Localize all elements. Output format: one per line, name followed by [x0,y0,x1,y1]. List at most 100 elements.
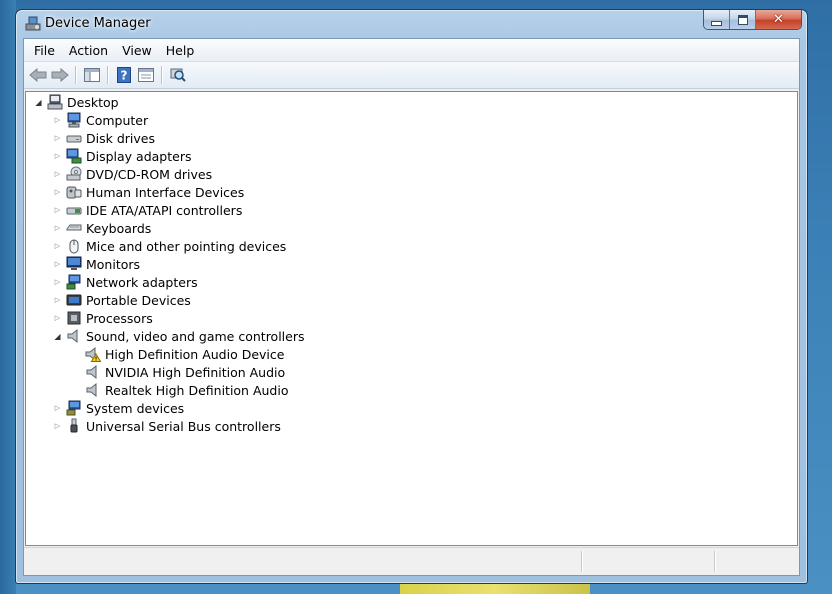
properties-button[interactable] [135,64,157,86]
tree-item-label: Processors [86,310,153,326]
tree-item-system-devices[interactable]: ▷ System devices [53,399,184,417]
expand-arrow-icon[interactable]: ▷ [53,278,62,287]
speaker-icon [85,364,101,380]
tree-item-label: Human Interface Devices [86,184,245,200]
minimize-button[interactable] [704,10,730,29]
tree-item-network-adapters[interactable]: ▷ Network adapters [53,273,198,291]
properties-icon [138,68,154,82]
expand-arrow-icon[interactable]: ▷ [53,188,62,197]
tree-item-keyboards[interactable]: ▷ Keyboards [53,219,151,237]
forward-button[interactable] [49,64,71,86]
window-title: Device Manager [45,16,151,31]
tree-item-monitors[interactable]: ▷ Monitors [53,255,140,273]
tree-item-computer[interactable]: ▷ Computer [53,111,148,129]
status-separator [714,551,716,572]
expand-arrow-icon[interactable]: ▷ [53,422,62,431]
window-client-area: File Action View Help ? ◢ Desktop ▷ Comp… [23,38,800,576]
expand-arrow-icon[interactable]: ▷ [53,224,62,233]
dvd-drive-icon [66,166,82,182]
expand-arrow-icon[interactable]: ▷ [53,116,62,125]
menu-action[interactable]: Action [62,41,115,60]
help-icon: ? [117,67,131,83]
display-adapter-icon [66,148,82,164]
system-devices-icon [66,400,82,416]
status-bar [24,547,799,575]
expand-arrow-icon[interactable]: ▷ [53,152,62,161]
collapse-arrow-icon[interactable]: ◢ [34,98,43,107]
tree-item-usb-controllers[interactable]: ▷ Universal Serial Bus controllers [53,417,281,435]
menu-view[interactable]: View [115,41,159,60]
monitor-icon [66,256,82,272]
maximize-button[interactable] [730,10,756,29]
help-button[interactable]: ? [113,64,135,86]
tree-item-sound-video-game-controllers[interactable]: ◢ Sound, video and game controllers [53,327,304,345]
tree-item-nvidia-hd-audio[interactable]: NVIDIA High Definition Audio [85,363,285,381]
minimize-icon [711,20,722,26]
tree-item-display-adapters[interactable]: ▷ Display adapters [53,147,191,165]
processor-icon [66,310,82,326]
disk-drive-icon [66,130,82,146]
expand-arrow-icon[interactable]: ▷ [53,260,62,269]
keyboard-icon [66,220,82,236]
tree-item-label: Mice and other pointing devices [86,238,287,254]
expand-arrow-icon[interactable]: ▷ [53,170,62,179]
tree-item-hd-audio-device[interactable]: High Definition Audio Device [85,345,284,363]
toolbar-separator [107,66,109,84]
desktop-computer-icon [47,94,63,110]
tree-item-disk-drives[interactable]: ▷ Disk drives [53,129,155,147]
tree-item-label: NVIDIA High Definition Audio [105,364,286,380]
tree-item-label: High Definition Audio Device [105,346,285,362]
menu-file[interactable]: File [27,41,62,60]
forward-arrow-icon [51,68,69,82]
menu-bar: File Action View Help [24,39,799,62]
tree-item-label: Network adapters [86,274,198,290]
show-hide-console-tree-icon [84,68,100,82]
expand-arrow-icon[interactable]: ▷ [53,242,62,251]
tree-item-portable-devices[interactable]: ▷ Portable Devices [53,291,191,309]
hid-icon [66,184,82,200]
tree-item-processors[interactable]: ▷ Processors [53,309,153,327]
tree-item-label: Desktop [67,94,119,110]
maximize-icon [737,14,748,25]
toolbar-separator [75,66,77,84]
ide-controller-icon [66,202,82,218]
usb-icon [66,418,82,434]
scan-hardware-icon [170,68,186,82]
tree-item-mice[interactable]: ▷ Mice and other pointing devices [53,237,286,255]
speaker-warning-icon [85,346,101,362]
computer-icon [66,112,82,128]
tree-item-label: System devices [86,400,185,416]
toolbar: ? [24,62,799,89]
tree-item-label: Portable Devices [86,292,191,308]
tree-root-desktop[interactable]: ◢ Desktop [34,93,119,111]
expand-arrow-icon[interactable]: ▷ [53,206,62,215]
tree-item-label: Disk drives [86,130,155,146]
title-bar[interactable]: Device Manager ✕ [16,10,807,38]
menu-help[interactable]: Help [159,41,202,60]
tree-item-label: Keyboards [86,220,152,236]
close-button[interactable]: ✕ [756,10,801,29]
back-arrow-icon [29,68,47,82]
device-tree[interactable]: ◢ Desktop ▷ Computer ▷ Disk drives ▷ Dis… [25,91,798,546]
status-separator [581,551,583,572]
collapse-arrow-icon[interactable]: ◢ [53,332,62,341]
tree-item-label: Display adapters [86,148,192,164]
tree-item-dvd-drives[interactable]: ▷ DVD/CD-ROM drives [53,165,212,183]
expand-arrow-icon[interactable]: ▷ [53,296,62,305]
toolbar-separator [161,66,163,84]
tree-item-label: Monitors [86,256,141,272]
expand-arrow-icon[interactable]: ▷ [53,134,62,143]
device-manager-app-icon [25,15,42,32]
network-adapter-icon [66,274,82,290]
caption-buttons: ✕ [703,10,802,30]
scan-hardware-button[interactable] [167,64,189,86]
tree-item-realtek-hd-audio[interactable]: Realtek High Definition Audio [85,381,288,399]
back-button[interactable] [27,64,49,86]
tree-item-human-interface-devices[interactable]: ▷ Human Interface Devices [53,183,244,201]
svg-text:?: ? [121,69,128,83]
tree-item-ide-controllers[interactable]: ▷ IDE ATA/ATAPI controllers [53,201,243,219]
show-hide-console-tree-button[interactable] [81,64,103,86]
expand-arrow-icon[interactable]: ▷ [53,404,62,413]
speaker-icon [85,382,101,398]
expand-arrow-icon[interactable]: ▷ [53,314,62,323]
